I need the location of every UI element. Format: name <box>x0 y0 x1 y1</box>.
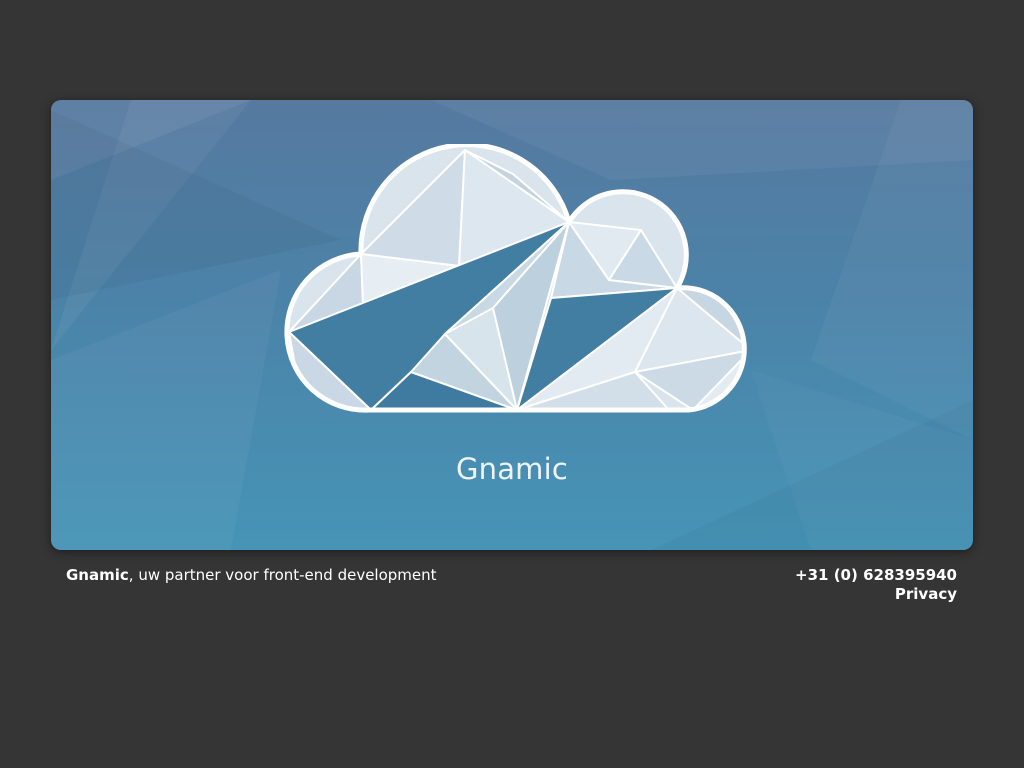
cloud-logo-icon <box>284 144 747 413</box>
footer-contact: +31 (0) 628395940 Privacy <box>795 566 957 604</box>
footer-tagline: Gnamic, uw partner voor front-end develo… <box>66 566 437 584</box>
footer-company-name: Gnamic <box>66 566 129 584</box>
phone-link[interactable]: +31 (0) 628395940 <box>795 566 957 585</box>
privacy-link[interactable]: Privacy <box>795 585 957 604</box>
brand-title: Gnamic <box>455 452 569 486</box>
hero-banner: Gnamic <box>51 100 973 550</box>
footer-tagline-text: , uw partner voor front-end development <box>128 566 437 584</box>
